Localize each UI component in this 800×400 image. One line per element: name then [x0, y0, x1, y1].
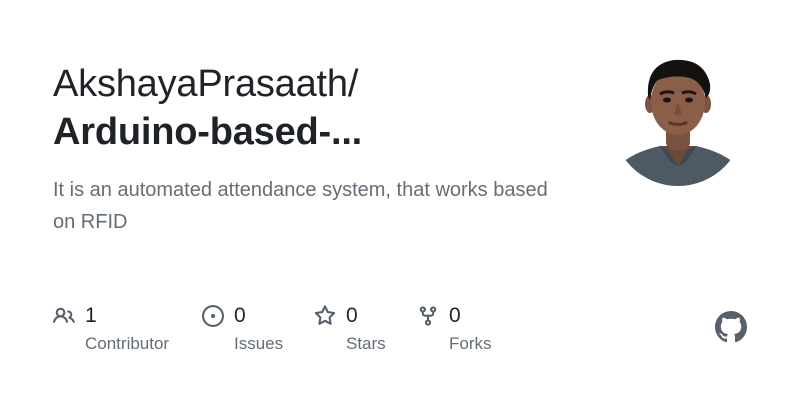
owner-avatar[interactable]: [612, 54, 744, 186]
issues-label: Issues: [234, 334, 284, 353]
issues-count: 0: [234, 304, 246, 327]
issue-opened-icon: [202, 305, 224, 327]
repo-title[interactable]: AkshayaPrasaath/ Arduino-based-...: [53, 60, 573, 156]
contributors-count: 1: [85, 304, 97, 327]
contributors-label: Contributor: [85, 334, 170, 353]
repo-description: It is an automated attendance system, th…: [53, 179, 548, 233]
forks-count: 0: [449, 304, 461, 327]
stat-stars[interactable]: 0 Stars: [314, 303, 386, 353]
repo-social-card: AkshayaPrasaath/ Arduino-based-... It is…: [0, 0, 800, 400]
repo-owner[interactable]: AkshayaPrasaath/: [53, 60, 573, 108]
stars-label: Stars: [346, 334, 386, 353]
github-mark-icon[interactable]: [715, 311, 747, 343]
forks-label: Forks: [449, 334, 492, 353]
contributors-icon: [53, 305, 75, 327]
repo-forked-icon: [417, 305, 439, 327]
stat-issues[interactable]: 0 Issues: [202, 303, 283, 353]
stat-contributors[interactable]: 1 Contributor: [53, 303, 169, 353]
star-icon: [314, 305, 336, 327]
avatar-portrait-icon: [612, 54, 744, 186]
stars-count: 0: [346, 304, 358, 327]
stat-forks[interactable]: 0 Forks: [417, 303, 492, 353]
repo-name[interactable]: Arduino-based-...: [53, 108, 573, 156]
